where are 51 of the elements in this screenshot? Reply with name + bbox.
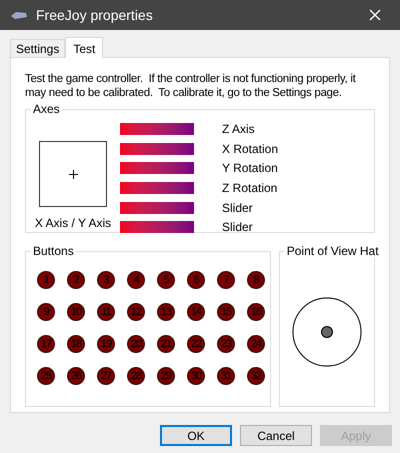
button-indicator: 26 [67, 367, 85, 385]
button-indicator: 21 [157, 335, 175, 353]
xy-axis-label: X Axis / Y Axis [34, 215, 112, 232]
button-indicator: 4 [127, 271, 145, 289]
button-indicator: 9 [37, 303, 55, 321]
button-indicator: 15 [217, 303, 235, 321]
button-indicator: 29 [157, 367, 175, 385]
button-indicator: 23 [217, 335, 235, 353]
group-title: Axes [31, 102, 62, 116]
button-indicator: 13 [157, 303, 175, 321]
axis-name: Z Axis [222, 122, 255, 136]
button-indicator: 6 [187, 271, 205, 289]
button-indicator: 28 [127, 367, 145, 385]
button-indicator: 18 [67, 335, 85, 353]
group-title: Buttons [31, 244, 76, 258]
button-indicator: 22 [187, 335, 205, 353]
button-indicator: 2 [67, 271, 85, 289]
button-indicator: 17 [37, 335, 55, 353]
button-indicator: 3 [97, 271, 115, 289]
button-indicator: 30 [187, 367, 205, 385]
group-title: Point of View Hat [284, 244, 381, 258]
axis-name: Y Rotation [222, 161, 278, 176]
button-indicator: 10 [67, 303, 85, 321]
button-indicator: 7 [217, 271, 235, 289]
button-indicator: 25 [37, 367, 55, 385]
button-indicator: 19 [97, 335, 115, 353]
window-title: FreeJoy properties [36, 6, 153, 25]
axis-name: Z Rotation [222, 181, 278, 196]
button-indicator: 12 [127, 303, 145, 321]
button-indicator: 27 [97, 367, 115, 385]
axis-name: Slider [222, 220, 253, 234]
description-text: Test the game controller. If the controller is not functioning properly, it may need to be calibrated. To calibrate it, go to the Settings page. [25, 72, 357, 100]
crosshair-icon [68, 170, 78, 178]
button-indicator: 16 [247, 303, 265, 321]
dialog-button[interactable]: OK [160, 425, 232, 446]
button-indicator: 8 [247, 271, 265, 289]
dialog-button[interactable]: Cancel [240, 425, 312, 446]
button-indicator: 14 [187, 303, 205, 321]
tab[interactable]: Test [65, 37, 104, 58]
button-indicator: 11 [97, 303, 115, 321]
axis-name: X Rotation [222, 142, 278, 156]
axis-name: Slider [222, 200, 253, 215]
tab[interactable]: Settings [10, 39, 66, 57]
pov-hat-drawing [292, 297, 362, 367]
button-indicator: 20 [127, 335, 145, 353]
button-indicator: 31 [217, 367, 235, 385]
button-indicator: 1 [37, 271, 55, 289]
close-icon [369, 9, 381, 21]
button-indicator: 24 [247, 335, 265, 353]
button-indicator: 32 [247, 367, 265, 385]
button-indicator: 5 [157, 271, 175, 289]
